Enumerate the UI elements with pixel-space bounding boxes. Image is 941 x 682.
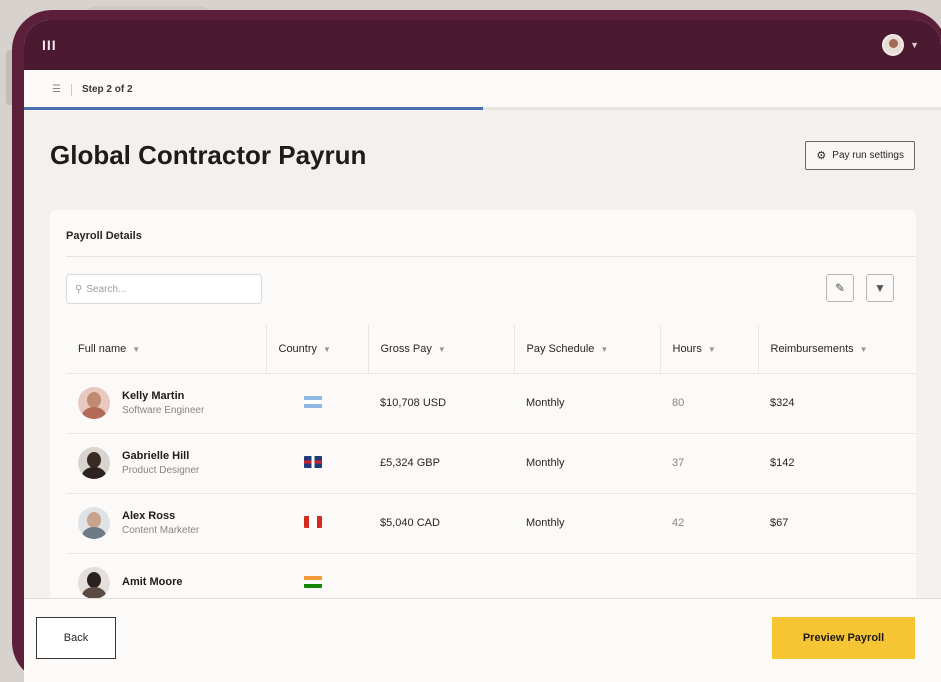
step-indicator: Step 2 of 2 [81, 84, 133, 95]
canada-flag-icon [304, 515, 322, 528]
person-role: Content Marketer [122, 525, 200, 536]
filter-icon: ▼ [874, 281, 886, 295]
chevron-down-icon: ▼ [323, 344, 331, 354]
cell-pay-schedule: Monthly [514, 493, 660, 554]
table-row[interactable]: Alex Ross Content Marketer $5,040 CAD Mo… [66, 493, 916, 554]
cell-gross-pay: £5,324 GBP [368, 433, 514, 494]
section-title: Payroll Details [66, 230, 142, 242]
divider [66, 256, 916, 257]
gear-icon: ⚙ [816, 150, 827, 162]
avatar [78, 567, 110, 599]
cell-pay-schedule: Monthly [514, 433, 660, 494]
argentina-flag-icon [304, 395, 322, 408]
person-role: Software Engineer [122, 405, 205, 416]
person-name: Amit Moore [122, 575, 183, 588]
cell-country [266, 373, 368, 434]
pay-run-settings-label: Pay run settings [832, 150, 904, 161]
table-row[interactable]: Gabrielle Hill Product Designer £5,324 G… [66, 433, 916, 494]
column-header-hours[interactable]: Hours ▼ [660, 325, 759, 374]
cell-country [266, 433, 368, 494]
search-icon: ⚲ [75, 283, 83, 295]
cell-country [266, 493, 368, 554]
column-header-pay-schedule[interactable]: Pay Schedule ▼ [514, 325, 661, 374]
cell-gross-pay: $10,708 USD [368, 373, 514, 434]
search-box[interactable]: ⚲ [66, 274, 262, 304]
avatar [78, 387, 110, 419]
chevron-down-icon: ▼ [600, 344, 609, 354]
cell-hours: 80 [660, 373, 758, 434]
india-flag-icon [304, 575, 322, 588]
page-header: Global Contractor Payrun ⚙ Pay run setti… [50, 140, 915, 171]
avatar [78, 507, 110, 539]
person-role: Product Designer [122, 465, 200, 476]
cell-reimbursements: $142 [758, 433, 916, 494]
uk-flag-icon [304, 455, 322, 468]
cell-reimbursements: $324 [758, 373, 916, 434]
table-header-row: Full name ▼ Country ▼ Gross Pay ▼ Pay Sched… [66, 325, 916, 374]
account-menu[interactable]: ▼ [882, 34, 919, 56]
person-name: Alex Ross [122, 510, 176, 522]
chevron-down-icon: ▼ [437, 344, 446, 354]
progress-fill [24, 107, 483, 110]
progress-track [24, 107, 941, 110]
cell-pay-schedule: Monthly [514, 373, 660, 434]
chevron-down-icon: ▼ [859, 344, 868, 354]
table-row[interactable]: Kelly Martin Software Engineer $10,708 U… [66, 373, 916, 434]
person-name: Gabrielle Hill [122, 450, 190, 462]
cell-full-name: Alex Ross Content Marketer [66, 493, 266, 554]
app-screen: III ▼ ☰ Step 2 of 2 Global Contractor Pa… [24, 20, 941, 682]
back-button[interactable]: Back [36, 617, 116, 659]
person-name: Kelly Martin [122, 390, 185, 402]
step-bar: ☰ Step 2 of 2 [24, 70, 941, 110]
footer-bar: Back Preview Payroll [24, 598, 941, 682]
cell-gross-pay: $5,040 CAD [368, 493, 514, 554]
top-bar: III ▼ [24, 20, 941, 70]
app-logo[interactable]: III [42, 37, 57, 53]
cell-hours: 42 [660, 493, 758, 554]
hamburger-icon[interactable]: ☰ [52, 84, 61, 95]
cell-reimbursements: $67 [758, 493, 916, 554]
divider [70, 83, 72, 96]
edit-button[interactable]: ✎ [826, 274, 854, 302]
column-header-reimbursements[interactable]: Reimbursements ▼ [758, 325, 916, 374]
filter-button[interactable]: ▼ [866, 274, 894, 302]
pencil-icon: ✎ [834, 281, 846, 295]
chevron-down-icon: ▼ [910, 40, 919, 50]
page-title: Global Contractor Payrun [50, 140, 367, 170]
cell-hours: 37 [660, 433, 758, 494]
cell-full-name: Gabrielle Hill Product Designer [66, 433, 266, 494]
cell-full-name: Kelly Martin Software Engineer [66, 373, 266, 434]
column-header-full-name[interactable]: Full name ▼ [66, 325, 267, 374]
user-avatar[interactable] [882, 34, 905, 56]
column-header-gross-pay[interactable]: Gross Pay ▼ [368, 325, 515, 374]
preview-payroll-button[interactable]: Preview Payroll [772, 617, 915, 659]
search-input[interactable] [86, 283, 247, 295]
avatar [78, 447, 110, 479]
payroll-table: Full name ▼ Country ▼ Gross Pay ▼ Pay Sched… [66, 325, 916, 614]
column-header-country[interactable]: Country ▼ [266, 325, 369, 374]
chevron-down-icon: ▼ [707, 344, 716, 354]
chevron-down-icon: ▼ [132, 344, 141, 354]
payroll-details-card: Payroll Details ⚲ ✎ ▼ Full name▼ Country… [50, 210, 916, 630]
pay-run-settings-button[interactable]: ⚙ Pay run settings [805, 141, 915, 170]
